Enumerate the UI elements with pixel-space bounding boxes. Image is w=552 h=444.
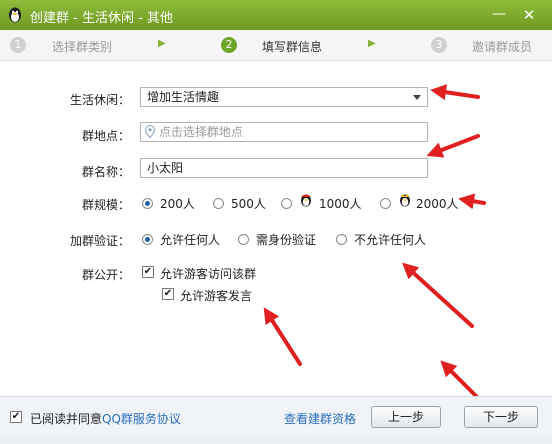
red-arrow-category bbox=[430, 84, 480, 101]
agree-text: 已阅读并同意 bbox=[30, 412, 103, 426]
qualification-link[interactable]: 查看建群资格 bbox=[284, 410, 356, 427]
annotation-arrows bbox=[263, 84, 492, 412]
service-agreement-link[interactable]: QQ群服务协议 bbox=[102, 410, 181, 427]
red-arrow-name bbox=[426, 134, 480, 158]
next-step-button[interactable]: 下一步 bbox=[464, 406, 538, 428]
red-arrow-verify bbox=[402, 262, 474, 328]
red-arrow-size bbox=[458, 193, 486, 210]
background-strip bbox=[0, 436, 552, 443]
agree-checkbox[interactable]: ✔ bbox=[10, 411, 22, 423]
prev-step-button[interactable]: 上一步 bbox=[371, 406, 441, 428]
red-arrow-public bbox=[263, 307, 302, 366]
